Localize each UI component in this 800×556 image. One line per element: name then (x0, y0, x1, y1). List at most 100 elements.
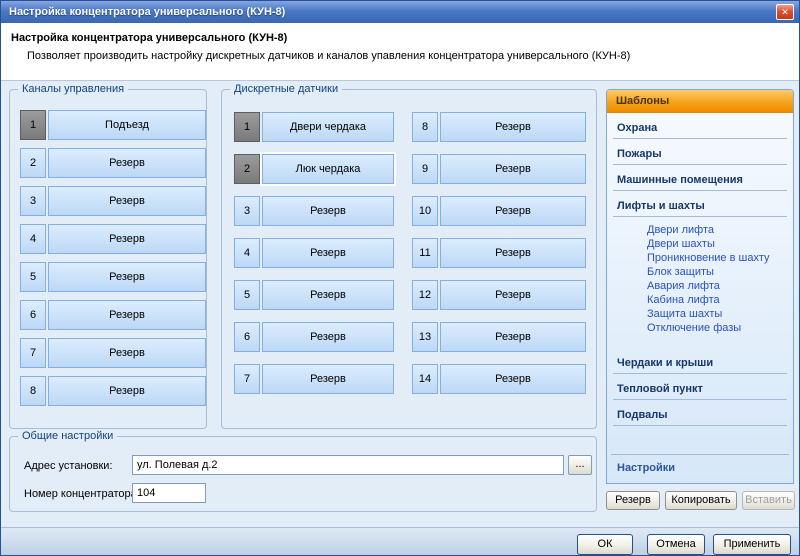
paste-button[interactable]: Вставить (742, 491, 795, 510)
dialog-header: Настройка концентратора универсального (… (1, 23, 799, 81)
sensor-button[interactable]: Резерв (262, 196, 394, 226)
sensor-number-cell[interactable]: 14 (412, 364, 438, 394)
channel-number-cell[interactable]: 2 (20, 148, 46, 178)
sensor-number-cell[interactable]: 7 (234, 364, 260, 394)
channel-number-cell[interactable]: 6 (20, 300, 46, 330)
template-category-machine-rooms[interactable]: Машинные помещения (613, 165, 787, 191)
concentrator-number-input[interactable] (132, 483, 206, 503)
copy-button[interactable]: Копировать (665, 491, 737, 510)
sensor-number-cell[interactable]: 1 (234, 112, 260, 142)
dialog-title: Настройка концентратора универсального (… (11, 32, 287, 44)
sensor-number-cell[interactable]: 9 (412, 154, 438, 184)
sensor-button[interactable]: Резерв (440, 238, 586, 268)
reserve-button[interactable]: Резерв (606, 491, 660, 510)
sensor-button[interactable]: Резерв (440, 364, 586, 394)
sensor-button[interactable]: Люк чердака (262, 154, 394, 184)
dialog-subtitle: Позволяет производить настройку дискретн… (27, 50, 630, 62)
sensor-row: 14 Резерв (412, 364, 586, 394)
sensor-number-cell[interactable]: 6 (234, 322, 260, 352)
sensor-button[interactable]: Резерв (440, 112, 586, 142)
sensor-button[interactable]: Резерв (262, 238, 394, 268)
template-link[interactable]: Кабина лифта (647, 294, 789, 307)
channel-number-cell[interactable]: 8 (20, 376, 46, 406)
apply-button[interactable]: Применить (713, 534, 791, 555)
sensor-row: 3 Резерв (234, 196, 394, 226)
channel-button[interactable]: Резерв (48, 338, 206, 368)
template-link[interactable]: Двери шахты (647, 238, 789, 251)
sensor-row: 4 Резерв (234, 238, 394, 268)
channel-number-cell[interactable]: 4 (20, 224, 46, 254)
channel-button[interactable]: Подъезд (48, 110, 206, 140)
channel-button[interactable]: Резерв (48, 376, 206, 406)
sensors-list-left: 1 Двери чердака 2 Люк чердака 3 Резерв 4… (234, 112, 394, 394)
titlebar: Настройка концентратора универсального (… (1, 1, 799, 23)
templates-panel-header[interactable]: Шаблоны (607, 90, 793, 113)
template-link[interactable]: Защита шахты (647, 308, 789, 321)
sensor-button[interactable]: Резерв (262, 364, 394, 394)
sensor-number-cell[interactable]: 13 (412, 322, 438, 352)
sensor-number-cell[interactable]: 8 (412, 112, 438, 142)
channels-groupbox: Каналы управления 1 Подъезд 2 Резерв 3 Р… (9, 89, 207, 429)
general-groupbox: Общие настройки Адрес установки: ... Ном… (9, 436, 597, 512)
template-link[interactable]: Проникновение в шахту (647, 252, 789, 265)
sensor-number-cell[interactable]: 5 (234, 280, 260, 310)
channel-number-cell[interactable]: 7 (20, 338, 46, 368)
close-icon[interactable]: ✕ (776, 4, 794, 20)
sensor-row: 13 Резерв (412, 322, 586, 352)
template-link[interactable]: Отключение фазы (647, 322, 789, 335)
template-category-okhrana[interactable]: Охрана (613, 113, 787, 139)
templates-panel: Шаблоны Охрана Пожары Машинные помещения… (606, 89, 794, 484)
sensor-number-cell[interactable]: 12 (412, 280, 438, 310)
sensor-number-cell[interactable]: 4 (234, 238, 260, 268)
channel-button[interactable]: Резерв (48, 186, 206, 216)
sensor-button[interactable]: Резерв (440, 196, 586, 226)
footer-bar: ОК Отмена Применить (1, 527, 799, 556)
dialog-window: Настройка концентратора универсального (… (0, 0, 800, 556)
sensors-list-right: 8 Резерв 9 Резерв 10 Резерв 11 Резерв 12… (412, 112, 586, 394)
sensor-number-cell[interactable]: 10 (412, 196, 438, 226)
sensor-number-cell[interactable]: 11 (412, 238, 438, 268)
sensor-row: 5 Резерв (234, 280, 394, 310)
sensor-button[interactable]: Резерв (262, 322, 394, 352)
channel-number-cell[interactable]: 5 (20, 262, 46, 292)
channel-row: 5 Резерв (20, 262, 206, 292)
template-category-lifts-shafts[interactable]: Лифты и шахты (613, 191, 787, 217)
browse-button[interactable]: ... (568, 455, 592, 475)
sensor-button[interactable]: Резерв (440, 322, 586, 352)
sensor-button[interactable]: Резерв (262, 280, 394, 310)
template-link[interactable]: Блок защиты (647, 266, 789, 279)
channel-number-cell[interactable]: 3 (20, 186, 46, 216)
channels-list: 1 Подъезд 2 Резерв 3 Резерв 4 Резерв 5 Р… (20, 110, 206, 406)
channel-row: 3 Резерв (20, 186, 206, 216)
cancel-button[interactable]: Отмена (647, 534, 705, 555)
template-category-attics-roofs[interactable]: Чердаки и крыши (613, 348, 787, 374)
channel-row: 6 Резерв (20, 300, 206, 330)
settings-section-header[interactable]: Настройки (611, 454, 789, 483)
template-category-pozhary[interactable]: Пожары (613, 139, 787, 165)
channel-row: 1 Подъезд (20, 110, 206, 140)
template-category-basements[interactable]: Подвалы (613, 400, 787, 426)
channel-button[interactable]: Резерв (48, 262, 206, 292)
channel-row: 4 Резерв (20, 224, 206, 254)
sensor-number-cell[interactable]: 3 (234, 196, 260, 226)
sensor-row: 10 Резерв (412, 196, 586, 226)
address-label: Адрес установки: (24, 460, 113, 472)
channel-button[interactable]: Резерв (48, 148, 206, 178)
sensor-row: 2 Люк чердака (234, 154, 394, 184)
sensor-number-cell[interactable]: 2 (234, 154, 260, 184)
address-input[interactable] (132, 455, 564, 475)
sensor-row: 9 Резерв (412, 154, 586, 184)
ok-button[interactable]: ОК (577, 534, 633, 555)
template-link[interactable]: Авария лифта (647, 280, 789, 293)
channel-number-cell[interactable]: 1 (20, 110, 46, 140)
sensor-button[interactable]: Двери чердака (262, 112, 394, 142)
sensor-button[interactable]: Резерв (440, 154, 586, 184)
template-category-heat-station[interactable]: Тепловой пункт (613, 374, 787, 400)
concentrator-number-label: Номер концентратора: (24, 488, 140, 500)
channel-row: 8 Резерв (20, 376, 206, 406)
channel-button[interactable]: Резерв (48, 224, 206, 254)
template-link[interactable]: Двери лифта (647, 224, 789, 237)
channel-button[interactable]: Резерв (48, 300, 206, 330)
channel-row: 2 Резерв (20, 148, 206, 178)
sensor-button[interactable]: Резерв (440, 280, 586, 310)
